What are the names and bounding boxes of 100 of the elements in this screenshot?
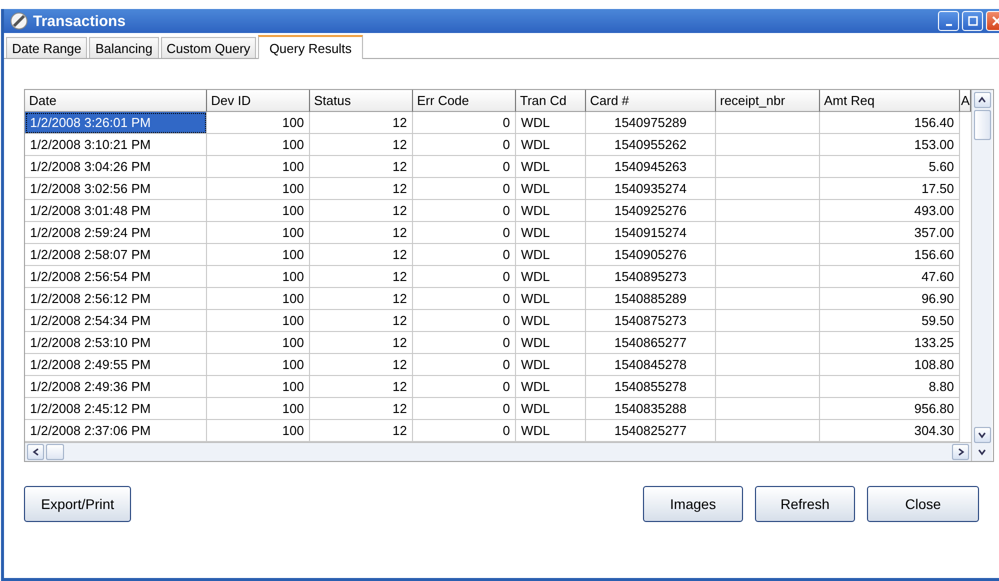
- table-cell: 1540875273: [586, 310, 716, 332]
- column-header[interactable]: Date: [25, 90, 207, 112]
- table-cell: WDL: [516, 156, 586, 178]
- action-button[interactable]: Images: [643, 486, 743, 522]
- table-cell: WDL: [516, 266, 586, 288]
- minimize-button[interactable]: [938, 11, 959, 31]
- maximize-button[interactable]: [962, 11, 983, 31]
- table-cell: 156.40: [820, 112, 960, 134]
- table-cell: 1/2/2008 2:58:07 PM: [25, 244, 207, 266]
- table-cell: WDL: [516, 112, 586, 134]
- tab[interactable]: Query Results: [258, 35, 363, 59]
- table-cell: 133.25: [820, 332, 960, 354]
- table-cell: 153.00: [820, 134, 960, 156]
- app-icon: [10, 12, 28, 30]
- table-cell: 1/2/2008 3:10:21 PM: [25, 134, 207, 156]
- table-cell: 100: [207, 112, 310, 134]
- table-cell: 1540865277: [586, 332, 716, 354]
- table-cell: 0: [413, 112, 516, 134]
- table-cell: 1540925276: [586, 200, 716, 222]
- table-cell: 0: [413, 266, 516, 288]
- table-cell: 0: [413, 156, 516, 178]
- column-header[interactable]: Dev ID: [207, 90, 310, 112]
- table-cell: WDL: [516, 134, 586, 156]
- tab[interactable]: Date Range: [6, 37, 88, 58]
- scroll-left-icon[interactable]: [27, 444, 44, 460]
- table-cell: 108.80: [820, 354, 960, 376]
- table-cell: 1540835288: [586, 398, 716, 420]
- scroll-up-icon[interactable]: [974, 92, 990, 108]
- table-cell: 8.80: [820, 376, 960, 398]
- table-cell: 1/2/2008 3:02:56 PM: [25, 178, 207, 200]
- table-cell: 1/2/2008 2:56:54 PM: [25, 266, 207, 288]
- table-cell: 1540935274: [586, 178, 716, 200]
- column-header[interactable]: Err Code: [413, 90, 516, 112]
- scroll-thumb[interactable]: [974, 110, 990, 140]
- table-cell: 5.60: [820, 156, 960, 178]
- scroll-thumb[interactable]: [46, 444, 64, 460]
- column-header[interactable]: Status: [310, 90, 413, 112]
- column-header[interactable]: Amt Req: [820, 90, 960, 112]
- table-cell: 357.00: [820, 222, 960, 244]
- column-header[interactable]: Tran Cd: [516, 90, 586, 112]
- table-cell: 1540945263: [586, 156, 716, 178]
- table-cell: 1/2/2008 3:26:01 PM: [25, 112, 207, 134]
- table-cell: 0: [413, 244, 516, 266]
- column-header[interactable]: Card #: [586, 90, 716, 112]
- table-cell: WDL: [516, 310, 586, 332]
- table-cell: 12: [310, 134, 413, 156]
- table-cell: 1/2/2008 2:56:12 PM: [25, 288, 207, 310]
- table-cell: 47.60: [820, 266, 960, 288]
- action-button[interactable]: Refresh: [755, 486, 855, 522]
- table-cell: 0: [413, 332, 516, 354]
- table-cell: 1540885289: [586, 288, 716, 310]
- table-cell: 0: [413, 288, 516, 310]
- tab[interactable]: Custom Query: [160, 37, 256, 58]
- horizontal-scrollbar[interactable]: [25, 442, 971, 461]
- table-cell: 100: [207, 156, 310, 178]
- table-cell: 0: [413, 376, 516, 398]
- table-cell: 100: [207, 354, 310, 376]
- close-icon: [992, 16, 999, 26]
- table-cell: 1540855278: [586, 376, 716, 398]
- table-cell: 0: [413, 134, 516, 156]
- vertical-scrollbar[interactable]: [971, 90, 992, 461]
- scroll-right-icon[interactable]: [952, 444, 969, 460]
- table-cell: 100: [207, 288, 310, 310]
- table-cell: 1540975289: [586, 112, 716, 134]
- scroll-down-icon[interactable]: [974, 427, 990, 443]
- table-cell: 100: [207, 178, 310, 200]
- table-cell: 12: [310, 266, 413, 288]
- column-header[interactable]: receipt_nbr: [716, 90, 820, 112]
- table-cell: 100: [207, 398, 310, 420]
- minimize-icon: [946, 24, 952, 26]
- table-cell: WDL: [516, 288, 586, 310]
- action-button[interactable]: Close: [867, 486, 979, 522]
- table-cell: 12: [310, 200, 413, 222]
- window-title: Transactions: [33, 12, 126, 30]
- table-cell: 100: [207, 310, 310, 332]
- export-button[interactable]: Export/Print: [24, 486, 132, 522]
- table-cell: WDL: [516, 376, 586, 398]
- tab[interactable]: Balancing: [89, 37, 158, 58]
- table-cell: 1540905276: [586, 244, 716, 266]
- table-cell: 12: [310, 112, 413, 134]
- column-header[interactable]: A: [960, 90, 971, 112]
- table-cell: 1/2/2008 2:45:12 PM: [25, 398, 207, 420]
- table-cell: 0: [413, 398, 516, 420]
- table-cell: 12: [310, 178, 413, 200]
- table-cell: 1540955262: [586, 134, 716, 156]
- table-cell: 1540915274: [586, 222, 716, 244]
- table-cell: 100: [207, 244, 310, 266]
- table-cell: 0: [413, 200, 516, 222]
- table-cell: 12: [310, 288, 413, 310]
- table-cell: 12: [310, 398, 413, 420]
- table-cell: 12: [310, 156, 413, 178]
- table-cell: 1540895273: [586, 266, 716, 288]
- table-cell: 12: [310, 332, 413, 354]
- table-cell: WDL: [516, 200, 586, 222]
- table-cell: 956.80: [820, 398, 960, 420]
- table-cell: 0: [413, 310, 516, 332]
- table-cell: 59.50: [820, 310, 960, 332]
- table-cell: 1/2/2008 2:53:10 PM: [25, 332, 207, 354]
- table-cell: 1/2/2008 3:01:48 PM: [25, 200, 207, 222]
- table-cell: WDL: [516, 354, 586, 376]
